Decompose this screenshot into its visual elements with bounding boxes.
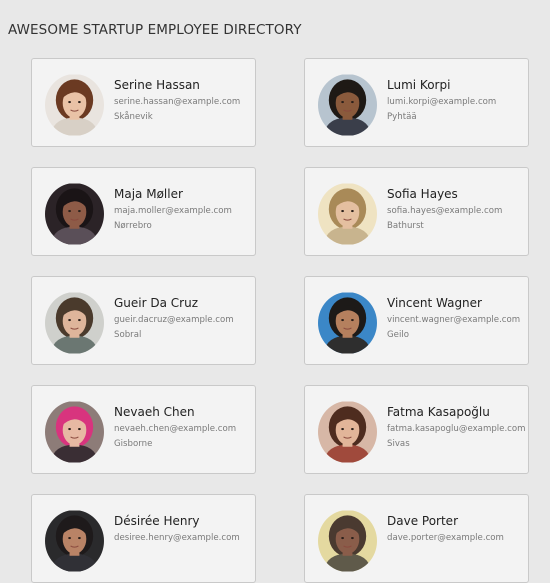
employee-card[interactable]: Désirée Henry desiree.henry@example.com	[31, 494, 256, 583]
portrait-photo	[318, 292, 377, 354]
employee-name: Désirée Henry	[114, 514, 200, 528]
portrait-photo	[318, 183, 377, 245]
avatar	[45, 401, 104, 463]
employee-card[interactable]: Sofia Hayes sofia.hayes@example.com Bath…	[304, 167, 529, 256]
employee-name: Sofia Hayes	[387, 187, 458, 201]
portrait-photo	[45, 401, 104, 463]
employee-name: Gueir Da Cruz	[114, 296, 198, 310]
employee-email: sofia.hayes@example.com	[387, 206, 503, 216]
employee-email: desiree.henry@example.com	[114, 533, 240, 543]
employee-name: Vincent Wagner	[387, 296, 482, 310]
employee-city: Skånevik	[114, 112, 153, 122]
employee-city: Sivas	[387, 439, 410, 449]
avatar	[45, 510, 104, 572]
portrait-photo	[45, 510, 104, 572]
employee-email: fatma.kasapoglu@example.com	[387, 424, 526, 434]
employee-card[interactable]: Lumi Korpi lumi.korpi@example.com Pyhtää	[304, 58, 529, 147]
employee-card[interactable]: Fatma Kasapoğlu fatma.kasapoglu@example.…	[304, 385, 529, 474]
employee-card[interactable]: Serine Hassan serine.hassan@example.com …	[31, 58, 256, 147]
portrait-photo	[318, 401, 377, 463]
avatar	[318, 401, 377, 463]
employee-email: maja.moller@example.com	[114, 206, 232, 216]
employee-city: Bathurst	[387, 221, 424, 231]
portrait-photo	[45, 183, 104, 245]
avatar	[318, 74, 377, 136]
employee-card[interactable]: Vincent Wagner vincent.wagner@example.co…	[304, 276, 529, 365]
employee-city: Pyhtää	[387, 112, 417, 122]
employee-city: Sobral	[114, 330, 142, 340]
employee-email: nevaeh.chen@example.com	[114, 424, 237, 434]
employee-email: gueir.dacruz@example.com	[114, 315, 234, 325]
employee-email: dave.porter@example.com	[387, 533, 504, 543]
employee-email: lumi.korpi@example.com	[387, 97, 497, 107]
avatar	[318, 183, 377, 245]
portrait-photo	[318, 510, 377, 572]
employee-city: Geilo	[387, 330, 409, 340]
portrait-photo	[45, 74, 104, 136]
avatar	[318, 292, 377, 354]
employee-card[interactable]: Nevaeh Chen nevaeh.chen@example.com Gisb…	[31, 385, 256, 474]
employee-name: Maja Møller	[114, 187, 183, 201]
employee-card[interactable]: Maja Møller maja.moller@example.com Nørr…	[31, 167, 256, 256]
employee-card[interactable]: Dave Porter dave.porter@example.com	[304, 494, 529, 583]
portrait-photo	[45, 292, 104, 354]
avatar	[318, 510, 377, 572]
avatar	[45, 74, 104, 136]
employee-card[interactable]: Gueir Da Cruz gueir.dacruz@example.com S…	[31, 276, 256, 365]
employee-name: Dave Porter	[387, 514, 458, 528]
employee-email: vincent.wagner@example.com	[387, 315, 521, 325]
employee-email: serine.hassan@example.com	[114, 97, 241, 107]
portrait-photo	[318, 74, 377, 136]
employee-name: Fatma Kasapoğlu	[387, 405, 490, 419]
employee-name: Nevaeh Chen	[114, 405, 195, 419]
employee-name: Lumi Korpi	[387, 78, 451, 92]
employee-city: Nørrebro	[114, 221, 152, 231]
employee-city: Gisborne	[114, 439, 153, 449]
employee-gallery: Serine Hassan serine.hassan@example.com …	[0, 0, 550, 583]
avatar	[45, 183, 104, 245]
avatar	[45, 292, 104, 354]
employee-name: Serine Hassan	[114, 78, 200, 92]
